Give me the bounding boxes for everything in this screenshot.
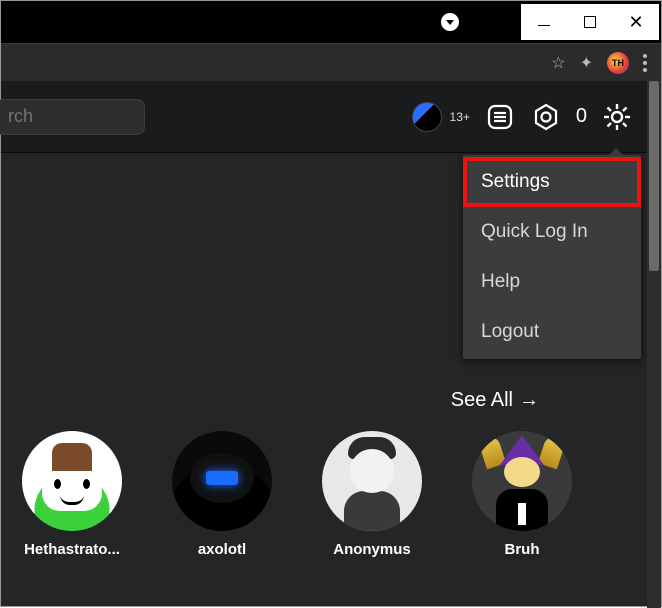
friends-list: Hethastrato... axolotl Anonymus Bruh [1,431,647,558]
friend-name: Hethastrato... [24,541,120,558]
window-close-button[interactable]: ✕ [613,4,659,40]
window-maximize-button[interactable] [567,4,613,40]
robux-count: 0 [576,105,587,128]
friend-name: axolotl [198,541,246,558]
page-scrollbar[interactable] [647,81,661,608]
avatar [322,431,422,531]
browser-toolbar: ☆ ✦ TH [1,43,661,81]
friend-item[interactable]: Bruh [461,431,583,558]
browser-profile-avatar[interactable]: TH [607,52,629,74]
site-header: 13+ 0 [1,81,647,153]
arrow-right-icon: → [519,389,539,412]
avatar [472,431,572,531]
friend-name: Bruh [505,541,540,558]
settings-dropdown: Settings Quick Log In Help Logout [463,155,641,359]
see-all-link[interactable]: See All → [451,389,539,412]
bookmark-star-icon[interactable]: ☆ [551,53,565,73]
friend-item[interactable]: Hethastrato... [11,431,133,558]
robux-icon[interactable] [530,101,562,133]
menu-item-logout[interactable]: Logout [463,307,641,357]
page-content: 13+ 0 Settings Quick Log In Help Logout … [1,81,647,606]
friend-item[interactable]: Anonymus [311,431,433,558]
extensions-icon[interactable]: ✦ [580,53,593,73]
browser-window: ✕ ☆ ✦ TH 13+ 0 Settings Quick Log [0,0,662,607]
tab-favicon [441,13,459,31]
window-titlebar: ✕ [1,1,661,43]
age-badge: 13+ [450,110,470,124]
see-all-label: See All [451,389,513,412]
menu-item-settings[interactable]: Settings [463,157,641,207]
avatar [172,431,272,531]
browser-menu-icon[interactable] [643,54,647,72]
avatar [22,431,122,531]
friend-name: Anonymus [333,541,411,558]
menu-item-help[interactable]: Help [463,257,641,307]
window-minimize-button[interactable] [521,4,567,40]
notifications-icon[interactable] [484,101,516,133]
user-avatar-thumbnail[interactable] [412,102,442,132]
menu-item-quick-login[interactable]: Quick Log In [463,207,641,257]
settings-gear-icon[interactable] [601,101,633,133]
friend-item[interactable]: axolotl [161,431,283,558]
scrollbar-thumb[interactable] [649,81,659,271]
search-input[interactable] [0,99,145,135]
